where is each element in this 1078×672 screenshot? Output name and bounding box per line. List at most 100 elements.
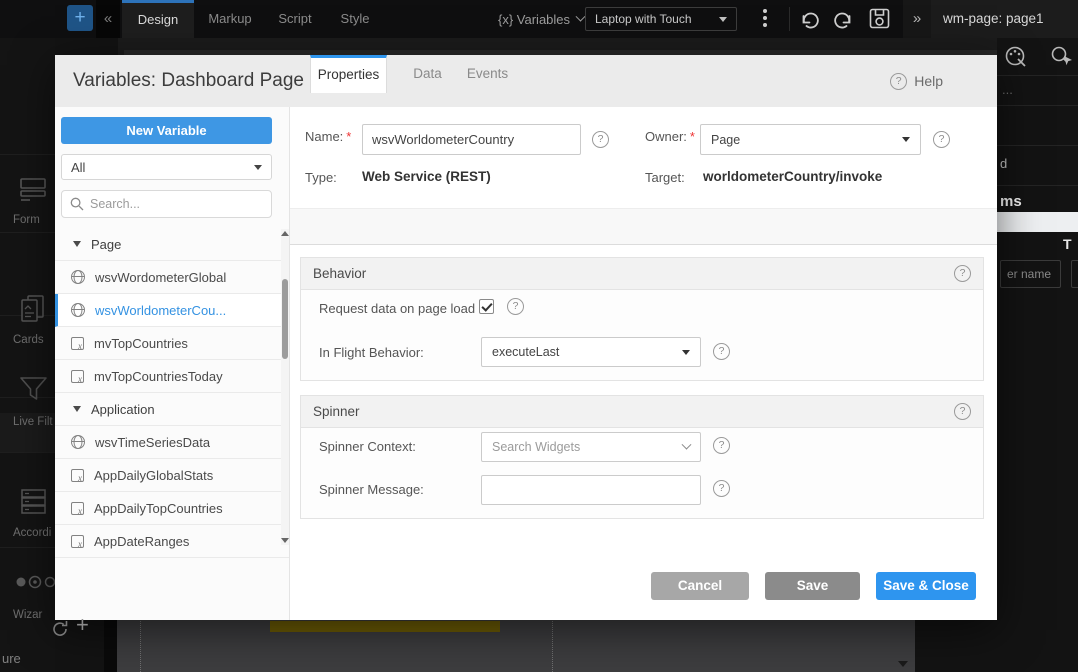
caret-down-icon: [898, 661, 908, 667]
search-input[interactable]: [90, 197, 250, 211]
device-preview-select[interactable]: Laptop with Touch: [585, 7, 737, 31]
variable-filter-select[interactable]: All: [61, 154, 272, 180]
palette-item-form[interactable]: Form: [0, 176, 55, 202]
target-value: worldometerCountry/invoke: [703, 169, 882, 184]
tab-style[interactable]: Style: [326, 0, 384, 38]
tab-properties[interactable]: Properties: [310, 55, 387, 93]
save-and-close-button[interactable]: Save & Close: [876, 572, 976, 600]
inspect-widget-icon[interactable]: [1050, 45, 1074, 69]
tab-events[interactable]: Events: [450, 55, 525, 92]
add-widget-button[interactable]: +: [67, 5, 93, 31]
tree-item-variable-selected[interactable]: wsvWorldometerCou...: [55, 294, 289, 327]
tree-item-variable[interactable]: AppDailyGlobalStats: [55, 459, 289, 492]
palette-item-live-filter[interactable]: Live Filt: [0, 374, 55, 402]
caret-down-icon: [682, 350, 690, 355]
spinner-message-input[interactable]: [481, 475, 701, 505]
search-icon: [70, 197, 84, 211]
cards-icon: [19, 294, 47, 322]
help-icon[interactable]: ?: [592, 131, 609, 148]
model-variable-icon: [71, 337, 84, 350]
help-icon[interactable]: ?: [954, 403, 971, 420]
help-icon[interactable]: ?: [713, 437, 730, 454]
tree-item-variable[interactable]: mvTopCountries: [55, 327, 289, 360]
help-icon[interactable]: ?: [507, 298, 524, 315]
palette-item-label: Wizar: [13, 609, 42, 621]
canvas-guide-line: [552, 615, 553, 672]
type-label: Type:: [305, 170, 337, 185]
redo-icon[interactable]: [833, 9, 854, 29]
canvas-top-edge: [118, 38, 1078, 55]
variables-menu[interactable]: {x} Variables: [498, 0, 584, 38]
behavior-section: Behavior ? Request data on page load ? I…: [300, 257, 984, 381]
help-icon[interactable]: ?: [933, 131, 950, 148]
save-button[interactable]: Save: [765, 572, 860, 600]
tab-design[interactable]: Design: [122, 0, 194, 38]
dialog-footer: Cancel Save Save & Close: [651, 572, 976, 600]
cancel-button[interactable]: Cancel: [651, 572, 749, 600]
chevron-down-icon: [682, 439, 692, 449]
web-service-icon: [71, 270, 85, 284]
tree-item-variable[interactable]: wsvTimeSeriesData: [55, 426, 289, 459]
widget-palette: Form Cards Live Filt Accordi Wizar ure: [0, 38, 55, 672]
spinner-context-select[interactable]: Search Widgets: [481, 432, 701, 462]
help-icon[interactable]: ?: [713, 343, 730, 360]
scroll-down-icon[interactable]: [281, 538, 289, 543]
request-data-checkbox[interactable]: [479, 299, 494, 314]
palette-item-label: Cards: [13, 334, 44, 346]
palette-item-accordion[interactable]: Accordi: [0, 488, 55, 515]
tree-item-variable[interactable]: AppDailyTopCountries: [55, 492, 289, 525]
web-service-icon: [71, 303, 85, 317]
owner-select[interactable]: Page: [700, 124, 921, 155]
tree-item-variable[interactable]: wsvWordometerGlobal: [55, 261, 289, 294]
caret-down-icon: [902, 137, 910, 142]
variables-tree: Page wsvWordometerGlobal wsvWorldometerC…: [55, 228, 289, 558]
help-link[interactable]: ? Help: [890, 55, 943, 107]
variable-search[interactable]: [61, 190, 272, 218]
panel-input-fragment[interactable]: [1071, 260, 1078, 288]
toolbar-divider: [789, 7, 790, 31]
form-icon: [19, 176, 47, 202]
palette-partial-label: ure: [2, 651, 21, 666]
model-variable-icon: [71, 502, 84, 515]
palette-item-cards[interactable]: Cards: [0, 294, 55, 322]
add-icon[interactable]: +: [76, 612, 89, 638]
chevron-right-icon[interactable]: »: [903, 0, 931, 38]
panel-input-fragment[interactable]: er name: [1000, 260, 1061, 288]
design-canvas[interactable]: [117, 615, 915, 672]
panel-fragment: d: [1000, 156, 1007, 171]
help-icon[interactable]: ?: [713, 480, 730, 497]
name-input[interactable]: [362, 124, 581, 155]
save-icon[interactable]: [869, 8, 890, 29]
palette-item-label: Accordi: [13, 527, 51, 539]
tree-group-page[interactable]: Page: [55, 228, 289, 261]
behavior-section-header: Behavior ?: [301, 258, 983, 290]
canvas-widget-highlight[interactable]: [270, 621, 500, 632]
tree-item-variable[interactable]: AppDateRanges: [55, 525, 289, 558]
model-variable-icon: [71, 469, 84, 482]
palette-item-wizard[interactable]: Wizar: [0, 573, 55, 591]
page-tab[interactable]: wm-page: page1: [931, 0, 1078, 38]
name-label: Name:*: [305, 121, 351, 153]
theme-palette-icon[interactable]: [1004, 45, 1028, 69]
inflight-behavior-label: In Flight Behavior:: [319, 345, 424, 360]
help-icon[interactable]: ?: [954, 265, 971, 282]
scroll-up-icon[interactable]: [281, 231, 289, 236]
help-icon: ?: [890, 73, 907, 90]
refresh-icon[interactable]: [52, 620, 69, 637]
new-variable-button[interactable]: New Variable: [61, 117, 272, 144]
tree-item-variable[interactable]: mvTopCountriesToday: [55, 360, 289, 393]
tree-group-application[interactable]: Application: [55, 393, 289, 426]
tab-markup[interactable]: Markup: [196, 0, 264, 38]
dialog-tabs: [290, 208, 997, 245]
dialog-header: Variables: Dashboard Page ? Help: [55, 55, 997, 107]
scrollbar-thumb[interactable]: [282, 279, 288, 359]
more-options-icon[interactable]: [763, 9, 767, 27]
tab-script[interactable]: Script: [264, 0, 326, 38]
target-label: Target:: [645, 170, 685, 185]
collapse-panel-button[interactable]: «: [96, 0, 120, 38]
device-select-value: Laptop with Touch: [595, 12, 692, 26]
inflight-behavior-select[interactable]: executeLast: [481, 337, 701, 367]
tree-scrollbar[interactable]: [281, 229, 289, 545]
caret-down-icon: [254, 165, 262, 170]
undo-icon[interactable]: [799, 9, 820, 29]
